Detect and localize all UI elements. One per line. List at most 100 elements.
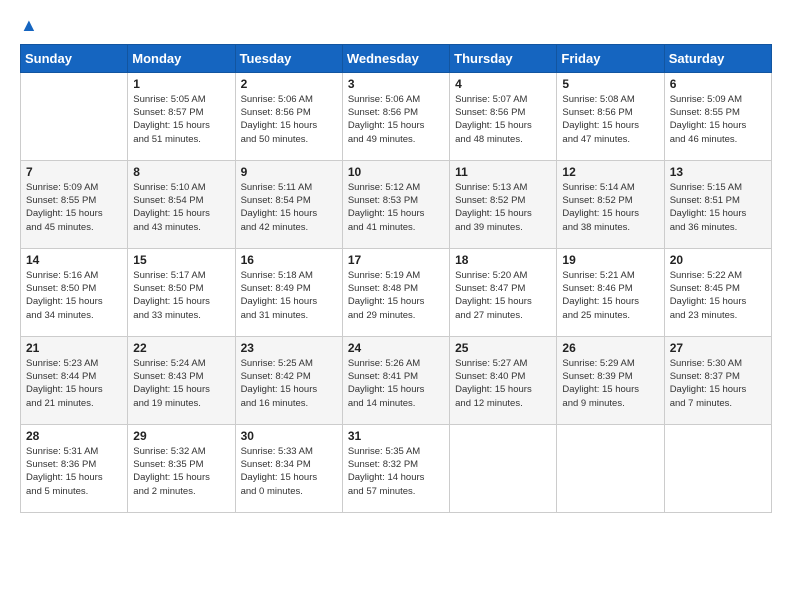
calendar-cell: 20 Sunrise: 5:22 AMSunset: 8:45 PMDayligh…	[664, 248, 771, 336]
calendar-cell: 4Sunrise: 5:07 AMSunset: 8:56 PMDaylight…	[450, 72, 557, 160]
day-number: 11	[455, 165, 551, 179]
calendar-cell: 8 Sunrise: 5:10 AMSunset: 8:54 PMDaylight…	[128, 160, 235, 248]
calendar-cell: 16 Sunrise: 5:18 AMSunset: 8:49 PMDayligh…	[235, 248, 342, 336]
weekday-header-row: SundayMondayTuesdayWednesdayThursdayFrid…	[21, 44, 772, 72]
calendar-cell: 19 Sunrise: 5:21 AMSunset: 8:46 PMDayligh…	[557, 248, 664, 336]
day-info: Sunrise: 5:20 AMSunset: 8:47 PMDaylight:…	[455, 269, 551, 322]
day-info: Sunrise: 5:13 AMSunset: 8:52 PMDaylight:…	[455, 181, 551, 234]
day-info: Sunrise: 5:09 AMSunset: 8:55 PMDaylight:…	[670, 93, 766, 146]
day-info: Sunrise: 5:18 AMSunset: 8:49 PMDaylight:…	[241, 269, 337, 322]
day-number: 17	[348, 253, 444, 267]
weekday-header-sunday: Sunday	[21, 44, 128, 72]
day-number: 26	[562, 341, 658, 355]
day-number: 24	[348, 341, 444, 355]
weekday-header-tuesday: Tuesday	[235, 44, 342, 72]
page: ▲ SundayMondayTuesdayWednesdayThursdayFr…	[0, 0, 792, 612]
day-number: 30	[241, 429, 337, 443]
day-number: 14	[26, 253, 122, 267]
day-number: 27	[670, 341, 766, 355]
day-number: 28	[26, 429, 122, 443]
calendar-week-row: 1Sunrise: 5:05 AMSunset: 8:57 PMDaylight…	[21, 72, 772, 160]
day-info: Sunrise: 5:32 AMSunset: 8:35 PMDaylight:…	[133, 445, 229, 498]
logo-blue: ▲	[20, 15, 38, 35]
day-info: Sunrise: 5:17 AMSunset: 8:50 PMDaylight:…	[133, 269, 229, 322]
calendar-cell: 17 Sunrise: 5:19 AMSunset: 8:48 PMDayligh…	[342, 248, 449, 336]
day-info: Sunrise: 5:16 AMSunset: 8:50 PMDaylight:…	[26, 269, 122, 322]
day-number: 15	[133, 253, 229, 267]
day-info: Sunrise: 5:30 AMSunset: 8:37 PMDaylight:…	[670, 357, 766, 410]
calendar-cell: 7 Sunrise: 5:09 AMSunset: 8:55 PMDaylight…	[21, 160, 128, 248]
day-info: Sunrise: 5:31 AMSunset: 8:36 PMDaylight:…	[26, 445, 122, 498]
calendar-cell	[557, 424, 664, 512]
calendar-cell: 15 Sunrise: 5:17 AMSunset: 8:50 PMDayligh…	[128, 248, 235, 336]
calendar-week-row: 7 Sunrise: 5:09 AMSunset: 8:55 PMDaylight…	[21, 160, 772, 248]
day-number: 10	[348, 165, 444, 179]
calendar-cell	[450, 424, 557, 512]
day-number: 4	[455, 77, 551, 91]
weekday-header-friday: Friday	[557, 44, 664, 72]
weekday-header-wednesday: Wednesday	[342, 44, 449, 72]
calendar-cell: 28 Sunrise: 5:31 AMSunset: 8:36 PMDayligh…	[21, 424, 128, 512]
day-info: Sunrise: 5:12 AMSunset: 8:53 PMDaylight:…	[348, 181, 444, 234]
day-info: Sunrise: 5:23 AMSunset: 8:44 PMDaylight:…	[26, 357, 122, 410]
calendar-cell	[21, 72, 128, 160]
weekday-header-thursday: Thursday	[450, 44, 557, 72]
day-info: Sunrise: 5:27 AMSunset: 8:40 PMDaylight:…	[455, 357, 551, 410]
calendar-cell: 21 Sunrise: 5:23 AMSunset: 8:44 PMDayligh…	[21, 336, 128, 424]
calendar-week-row: 21 Sunrise: 5:23 AMSunset: 8:44 PMDayligh…	[21, 336, 772, 424]
calendar-cell: 27 Sunrise: 5:30 AMSunset: 8:37 PMDayligh…	[664, 336, 771, 424]
calendar-cell: 22Sunrise: 5:24 AMSunset: 8:43 PMDayligh…	[128, 336, 235, 424]
calendar-cell: 13Sunrise: 5:15 AMSunset: 8:51 PMDayligh…	[664, 160, 771, 248]
day-number: 8	[133, 165, 229, 179]
day-number: 21	[26, 341, 122, 355]
calendar-cell: 11 Sunrise: 5:13 AMSunset: 8:52 PMDayligh…	[450, 160, 557, 248]
calendar-cell: 26 Sunrise: 5:29 AMSunset: 8:39 PMDayligh…	[557, 336, 664, 424]
calendar-cell: 3 Sunrise: 5:06 AMSunset: 8:56 PMDaylight…	[342, 72, 449, 160]
calendar-cell: 5Sunrise: 5:08 AMSunset: 8:56 PMDaylight…	[557, 72, 664, 160]
calendar-cell: 1Sunrise: 5:05 AMSunset: 8:57 PMDaylight…	[128, 72, 235, 160]
day-info: Sunrise: 5:06 AMSunset: 8:56 PMDaylight:…	[348, 93, 444, 146]
day-number: 29	[133, 429, 229, 443]
day-info: Sunrise: 5:29 AMSunset: 8:39 PMDaylight:…	[562, 357, 658, 410]
day-info: Sunrise: 5:21 AMSunset: 8:46 PMDaylight:…	[562, 269, 658, 322]
day-number: 2	[241, 77, 337, 91]
day-info: Sunrise: 5:33 AMSunset: 8:34 PMDaylight:…	[241, 445, 337, 498]
day-number: 5	[562, 77, 658, 91]
day-info: Sunrise: 5:11 AMSunset: 8:54 PMDaylight:…	[241, 181, 337, 234]
calendar-cell: 31 Sunrise: 5:35 AMSunset: 8:32 PMDayligh…	[342, 424, 449, 512]
calendar-cell: 18Sunrise: 5:20 AMSunset: 8:47 PMDayligh…	[450, 248, 557, 336]
calendar-cell: 9 Sunrise: 5:11 AMSunset: 8:54 PMDaylight…	[235, 160, 342, 248]
day-number: 12	[562, 165, 658, 179]
day-number: 9	[241, 165, 337, 179]
day-info: Sunrise: 5:15 AMSunset: 8:51 PMDaylight:…	[670, 181, 766, 234]
calendar-cell	[664, 424, 771, 512]
day-info: Sunrise: 5:14 AMSunset: 8:52 PMDaylight:…	[562, 181, 658, 234]
day-number: 19	[562, 253, 658, 267]
logo: ▲	[20, 16, 38, 34]
day-number: 20	[670, 253, 766, 267]
day-number: 22	[133, 341, 229, 355]
logo-text: ▲	[20, 16, 38, 34]
day-info: Sunrise: 5:05 AMSunset: 8:57 PMDaylight:…	[133, 93, 229, 146]
day-number: 6	[670, 77, 766, 91]
day-info: Sunrise: 5:06 AMSunset: 8:56 PMDaylight:…	[241, 93, 337, 146]
day-number: 7	[26, 165, 122, 179]
day-number: 31	[348, 429, 444, 443]
calendar-cell: 23 Sunrise: 5:25 AMSunset: 8:42 PMDayligh…	[235, 336, 342, 424]
day-info: Sunrise: 5:25 AMSunset: 8:42 PMDaylight:…	[241, 357, 337, 410]
day-number: 3	[348, 77, 444, 91]
day-info: Sunrise: 5:35 AMSunset: 8:32 PMDaylight:…	[348, 445, 444, 498]
day-number: 23	[241, 341, 337, 355]
day-info: Sunrise: 5:26 AMSunset: 8:41 PMDaylight:…	[348, 357, 444, 410]
day-info: Sunrise: 5:22 AMSunset: 8:45 PMDaylight:…	[670, 269, 766, 322]
calendar-cell: 14 Sunrise: 5:16 AMSunset: 8:50 PMDayligh…	[21, 248, 128, 336]
day-info: Sunrise: 5:19 AMSunset: 8:48 PMDaylight:…	[348, 269, 444, 322]
day-info: Sunrise: 5:10 AMSunset: 8:54 PMDaylight:…	[133, 181, 229, 234]
calendar-cell: 30 Sunrise: 5:33 AMSunset: 8:34 PMDayligh…	[235, 424, 342, 512]
calendar-week-row: 28 Sunrise: 5:31 AMSunset: 8:36 PMDayligh…	[21, 424, 772, 512]
calendar-table: SundayMondayTuesdayWednesdayThursdayFrid…	[20, 44, 772, 513]
calendar-cell: 10 Sunrise: 5:12 AMSunset: 8:53 PMDayligh…	[342, 160, 449, 248]
day-info: Sunrise: 5:09 AMSunset: 8:55 PMDaylight:…	[26, 181, 122, 234]
day-number: 16	[241, 253, 337, 267]
calendar-cell: 12 Sunrise: 5:14 AMSunset: 8:52 PMDayligh…	[557, 160, 664, 248]
